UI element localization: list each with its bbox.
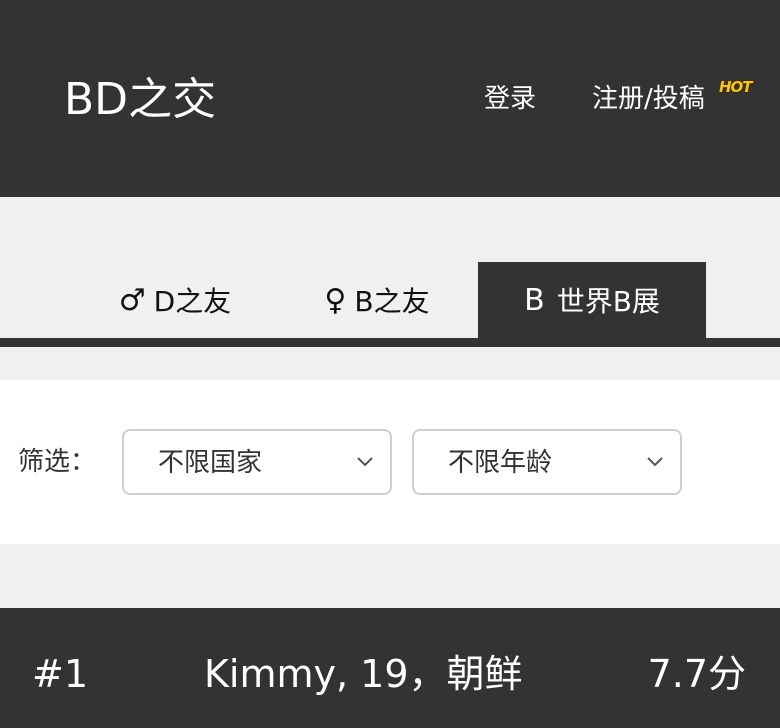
- age-select[interactable]: 不限年龄: [412, 429, 682, 495]
- result-row[interactable]: #1 Kimmy, 19，朝鲜 7.7分: [0, 608, 780, 728]
- result-score: 7.7分: [647, 652, 746, 696]
- tab-label: 世界B展: [556, 285, 660, 318]
- female-symbol-icon: ♀: [324, 282, 347, 318]
- country-select-value: 不限国家: [158, 448, 263, 478]
- login-link[interactable]: 登录: [484, 82, 536, 116]
- tab-world-b-show[interactable]: B 世界B展: [478, 262, 706, 338]
- age-select-value: 不限年龄: [448, 448, 553, 478]
- register-submit-link[interactable]: 注册/投稿: [592, 82, 705, 116]
- hot-badge: HOT: [719, 78, 753, 96]
- chevron-down-icon: [357, 457, 373, 467]
- site-logo-link[interactable]: BD之交: [64, 72, 216, 128]
- tab-b-friends[interactable]: ♀ B之友: [302, 262, 452, 338]
- tab-label: D之友: [153, 285, 232, 318]
- country-select[interactable]: 不限国家: [122, 429, 392, 495]
- b-letter-icon: B: [524, 282, 545, 318]
- chevron-down-icon: [647, 457, 663, 467]
- result-person: Kimmy, 19，朝鲜: [204, 652, 523, 696]
- result-rank: #1: [32, 652, 89, 696]
- tabs-underline-bar: [0, 338, 780, 347]
- male-symbol-icon: ♂: [118, 282, 146, 318]
- filter-label: 筛选：: [18, 447, 97, 477]
- tab-d-friends[interactable]: ♂ D之友: [100, 262, 250, 338]
- top-header: BD之交 登录 注册/投稿 HOT: [0, 0, 780, 197]
- tab-label: B之友: [354, 285, 430, 318]
